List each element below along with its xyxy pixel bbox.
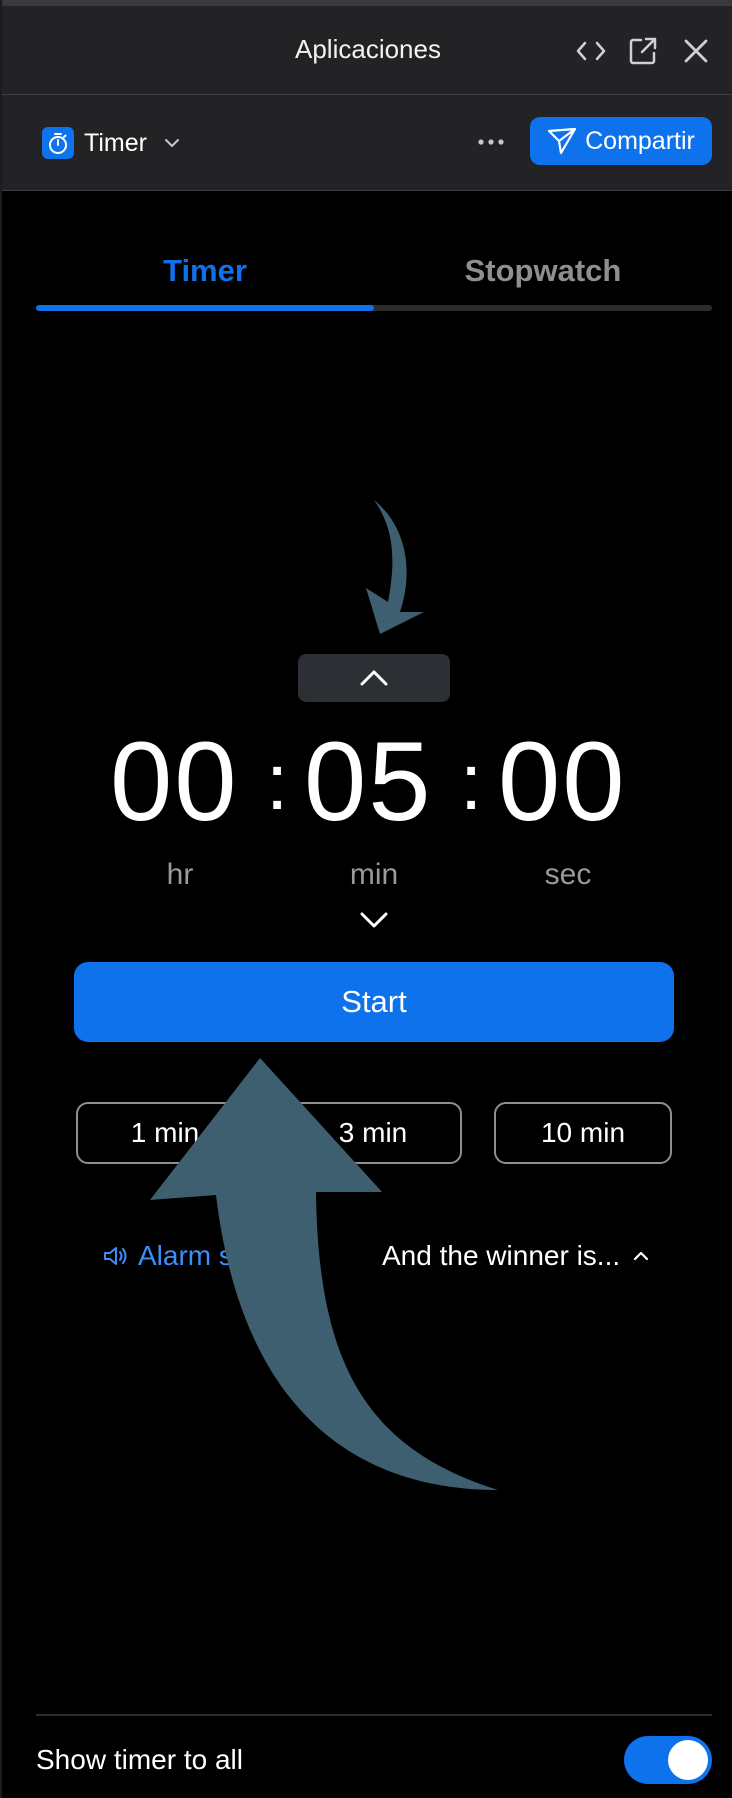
title-bar: Aplicaciones [2,0,732,95]
chevron-down-icon [164,139,179,147]
speaker-icon [104,1247,127,1265]
tab-timer[interactable]: Timer [36,253,374,289]
close-icon[interactable] [679,34,713,68]
preset-1-min[interactable]: 1 min [76,1102,254,1164]
app-picker[interactable]: Timer [42,123,181,163]
preset-3-min[interactable]: 3 min [284,1102,462,1164]
minutes-value[interactable]: 05 [304,722,433,842]
alarm-sound-option[interactable]: Alarm s [102,1240,233,1272]
chevron-up-icon [360,670,388,686]
more-options-icon[interactable] [474,125,508,159]
hours-unit-label: hr [166,858,194,891]
share-label: Compartir [585,126,695,155]
seconds-unit-label: sec [544,858,592,891]
minutes-unit-label: min [349,858,399,891]
code-icon[interactable] [574,34,608,68]
increment-button[interactable] [298,654,450,702]
app-name: Timer [84,128,147,157]
share-button[interactable]: Compartir [530,117,712,165]
start-button[interactable]: Start [74,962,674,1042]
tab-stopwatch[interactable]: Stopwatch [374,253,712,289]
toggle-knob [668,1740,708,1780]
show-timer-label: Show timer to all [36,1744,243,1775]
sound-label: And the winner is... [382,1240,621,1271]
chevron-up-icon [634,1251,649,1261]
timer-app-window: Aplicaciones Timer Compartir Timer Stopw… [0,0,732,1798]
time-separator: : [460,737,483,826]
timer-app-icon [42,127,74,159]
hours-value[interactable]: 00 [110,722,239,842]
footer-divider [36,1714,712,1716]
preset-10-min[interactable]: 10 min [494,1102,672,1164]
app-header: Timer Compartir [2,95,732,191]
decrement-button[interactable] [350,902,398,938]
window-title: Aplicaciones [295,34,441,64]
sound-selector[interactable]: And the winner is... [382,1240,650,1272]
tab-bar: Timer Stopwatch [36,235,712,311]
tab-active-indicator [36,305,374,311]
chevron-down-icon [360,912,388,928]
send-icon [548,127,577,155]
open-external-icon[interactable] [626,34,660,68]
seconds-value[interactable]: 00 [498,722,627,842]
alarm-label: Alarm s [138,1240,233,1271]
show-timer-toggle[interactable] [624,1736,712,1784]
time-separator: : [266,737,289,826]
annotation-arrow-down [366,500,424,634]
